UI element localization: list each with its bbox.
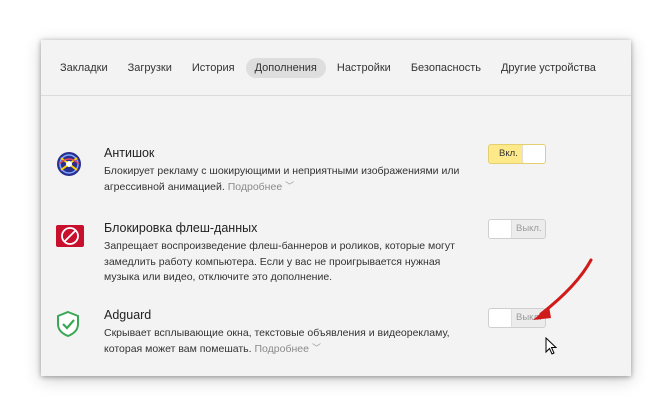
tab-security[interactable]: Безопасность — [402, 58, 490, 78]
antishock-toggle[interactable]: Вкл. — [488, 144, 546, 164]
chevron-down-icon: ﹀ — [311, 342, 321, 353]
tab-downloads[interactable]: Загрузки — [119, 58, 181, 78]
red-arrow-annotation — [533, 258, 593, 320]
mouse-pointer-icon — [545, 337, 557, 355]
antishock-icon — [57, 152, 81, 176]
toggle-knob — [522, 145, 545, 163]
tab-bookmarks[interactable]: Закладки — [51, 58, 117, 78]
tab-other-devices[interactable]: Другие устройства — [492, 58, 605, 78]
extension-description: Запрещает воспроизведение флеш-баннеров … — [104, 240, 455, 283]
tab-settings[interactable]: Настройки — [328, 58, 400, 78]
flash-block-toggle[interactable]: Выкл. — [488, 219, 546, 239]
toggle-label: Вкл. — [499, 148, 518, 159]
toggle-label: Выкл. — [516, 223, 542, 234]
tab-extensions[interactable]: Дополнения — [245, 57, 326, 78]
flash-block-icon — [56, 225, 84, 247]
extension-title: Антишок — [104, 146, 155, 160]
toggle-knob — [489, 309, 512, 327]
extension-description: Скрывает всплывающие окна, текстовые объ… — [104, 327, 450, 355]
more-link[interactable]: Подробнее ﹀ — [255, 343, 321, 355]
settings-tabs: Закладки Загрузки История Дополнения Нас… — [41, 40, 631, 96]
more-link[interactable]: Подробнее ﹀ — [228, 181, 294, 193]
toggle-knob — [489, 220, 512, 238]
extension-title: Adguard — [104, 308, 152, 322]
extension-title: Блокировка флеш-данных — [104, 221, 258, 235]
extension-description: Блокирует рекламу с шокирующими и неприя… — [104, 165, 460, 193]
chevron-down-icon: ﹀ — [285, 180, 295, 191]
tab-history[interactable]: История — [183, 58, 244, 78]
adguard-shield-icon — [57, 310, 79, 338]
